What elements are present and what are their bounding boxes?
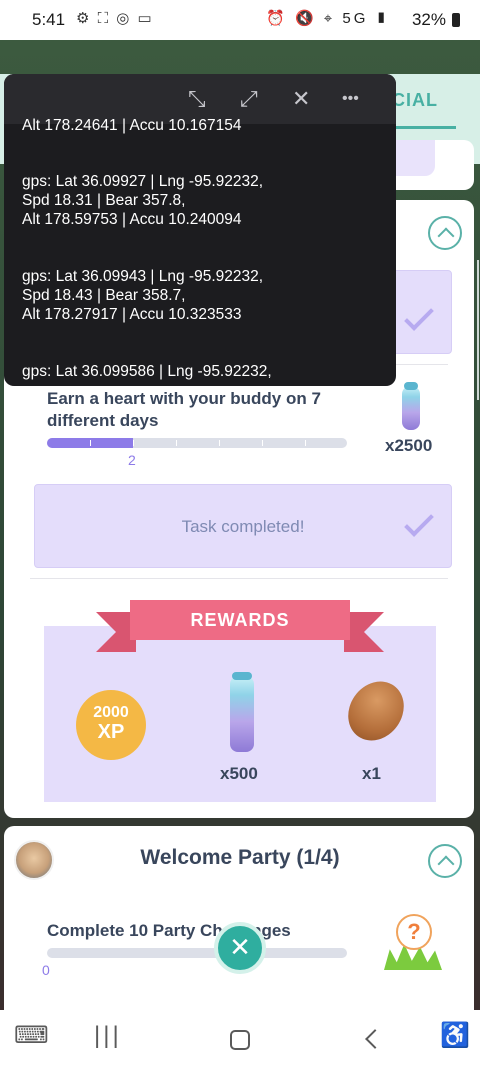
- close-icon[interactable]: ✕: [292, 88, 310, 110]
- task-completed-box[interactable]: Task completed!: [34, 484, 452, 568]
- welcome-progress-bar: [47, 948, 347, 958]
- welcome-progress-value: 0: [42, 962, 50, 978]
- progress-tick: [90, 440, 91, 446]
- xp-reward-badge: 2000 XP: [76, 690, 146, 760]
- recents-button[interactable]: |||: [94, 1024, 122, 1048]
- xp-amount: 2000: [93, 704, 129, 721]
- home-button[interactable]: [230, 1030, 250, 1050]
- incense-reward-icon: [230, 672, 254, 752]
- gps-log-line: gps: Lat 36.09943 | Lng -95.92232, Spd 1…: [22, 268, 264, 323]
- gps-log-line: gps: Lat 36.09927 | Lng -95.92232, Spd 1…: [22, 173, 264, 228]
- avatar: [14, 840, 54, 880]
- incense-count: x500: [220, 764, 258, 783]
- navigation-bar: ⌨ ||| ♿: [0, 1010, 480, 1066]
- ribbon-tail-right: [344, 612, 384, 652]
- tab-special[interactable]: CIAL: [392, 90, 438, 111]
- progress-tick: [176, 440, 177, 446]
- rewards-title: REWARDS: [130, 600, 350, 640]
- battery-icon: [452, 13, 460, 27]
- check-icon: [404, 301, 434, 331]
- keyboard-icon[interactable]: ⌨: [14, 1024, 49, 1048]
- back-button[interactable]: [365, 1029, 385, 1049]
- question-mark-icon: ?: [396, 914, 432, 950]
- welcome-task-text: Complete 10 Party Challenges: [47, 921, 291, 940]
- progress-tick: [305, 440, 306, 446]
- xp-unit: XP: [97, 721, 125, 743]
- close-fab-button[interactable]: ✕: [214, 922, 266, 974]
- more-icon[interactable]: •••: [342, 88, 359, 110]
- gps-log-line: gps: Lat 36.099586 | Lng -95.92232,: [22, 363, 272, 380]
- task-progress-value: 2: [128, 452, 136, 468]
- scrollbar[interactable]: [477, 260, 479, 400]
- minimize-icon[interactable]: ⤡: [188, 88, 206, 110]
- welcome-party-title: Welcome Party (1/4): [140, 846, 340, 869]
- game-screen: CIAL Earn a heart with your buddy on 7 d…: [0, 40, 480, 1010]
- collapse-chevron-icon[interactable]: [428, 216, 462, 250]
- progress-tick: [219, 440, 220, 446]
- status-right-icons: ⏰ 🔇 ⌖ 5G ▮: [266, 10, 390, 27]
- battery-percent: 32%: [411, 10, 446, 29]
- task-reward-count: x2500: [385, 436, 433, 455]
- tab-underline: [392, 126, 456, 129]
- task-text: Earn a heart with your buddy on 7 differ…: [47, 389, 321, 430]
- task-completed-label: Task completed!: [181, 517, 305, 536]
- gps-log-overlay[interactable]: ⤡ ⤢ ✕ ••• Alt 178.24641 | Accu 10.167154…: [4, 74, 396, 386]
- progress-tick: [262, 440, 263, 446]
- collapse-chevron-icon[interactable]: [428, 844, 462, 878]
- status-left-icons: ⚙ ⛶ ◎ ▭: [76, 10, 154, 27]
- incense-reward-icon: [402, 382, 420, 430]
- progress-tick: [133, 440, 134, 446]
- status-bar: 5:41 ⚙ ⛶ ◎ ▭ ⏰ 🔇 ⌖ 5G ▮ 32%: [0, 0, 480, 40]
- status-time: 5:41: [32, 10, 66, 29]
- task-progress-bar: [47, 438, 347, 448]
- mystery-reward-icon: ?: [384, 908, 442, 970]
- expand-icon[interactable]: ⤢: [240, 88, 258, 110]
- divider: [30, 578, 448, 579]
- bread-count: x1: [362, 764, 381, 783]
- accessibility-icon[interactable]: ♿: [440, 1024, 470, 1048]
- gps-log-line: Alt 178.24641 | Accu 10.167154: [22, 117, 242, 134]
